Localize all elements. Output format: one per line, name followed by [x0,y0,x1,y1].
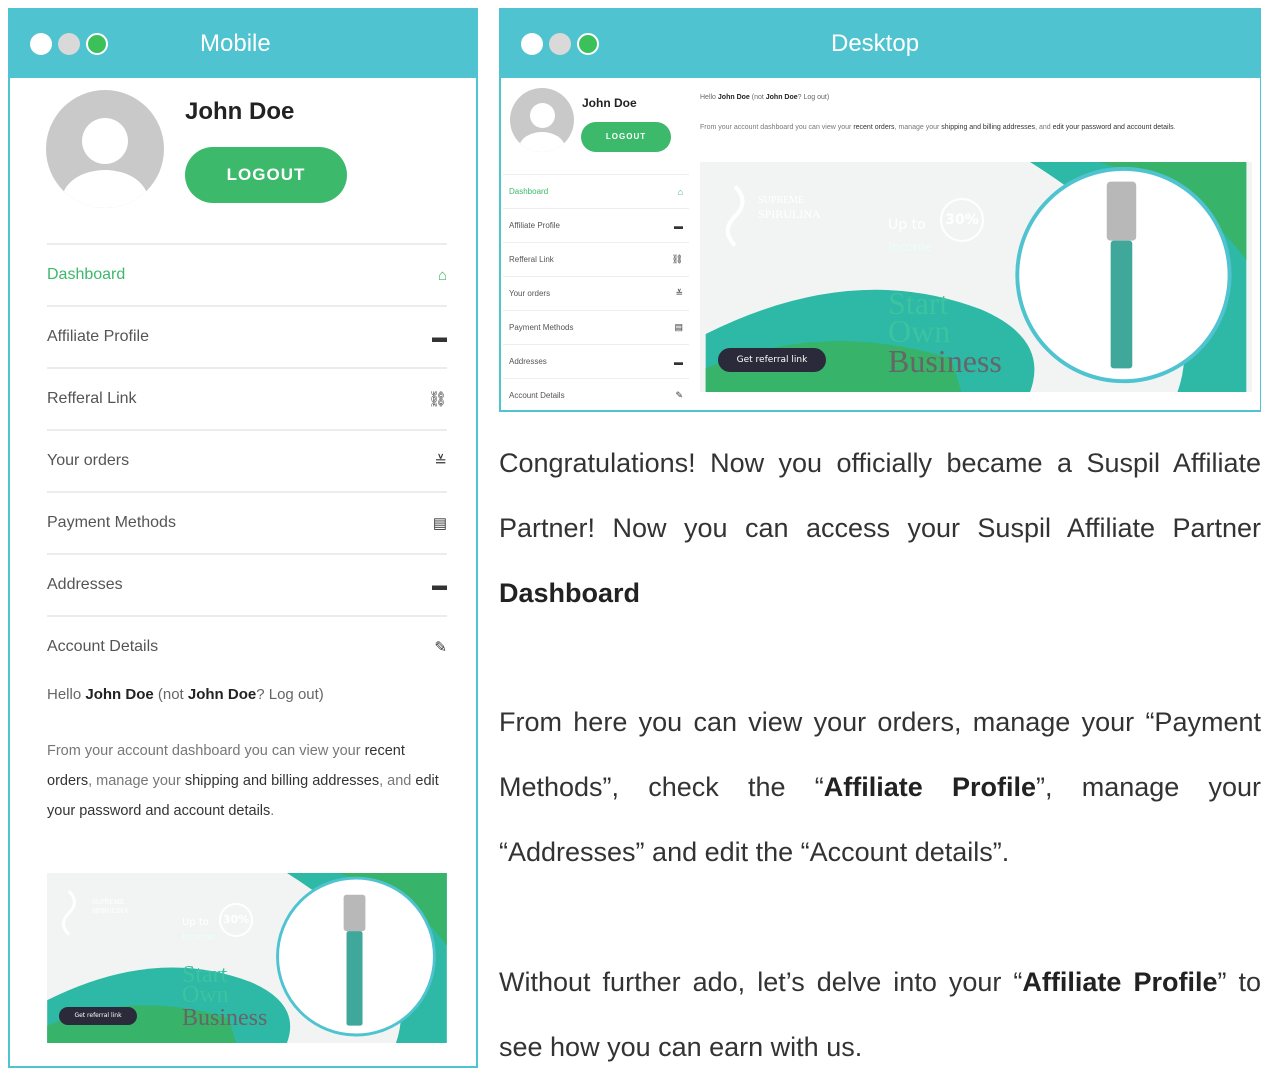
home-icon: ⌂ [437,266,447,284]
dashboard-emphasis: Dashboard [499,578,641,608]
dashboard-intro-text: From your account dashboard you can view… [47,743,439,819]
maximize-dot-icon[interactable] [577,33,599,55]
nav-item-label: Refferal Link [47,390,137,407]
brand-line-2: SPIRULINA [92,907,129,915]
hello-text: Hello John Doe (not John Doe? Log out) [700,94,830,101]
mobile-title: Mobile [200,30,271,57]
account-navigation: Dashboard ⌂ Affiliate Profile ▬ Refferal Lin… [47,243,447,677]
nav-item-label: Addresses [509,357,547,366]
nav-item-addresses[interactable]: Addresses ▬ [503,344,689,378]
link-icon: ⛓ [671,254,683,264]
nav-item-account-details[interactable]: Account Details ✎ [503,378,689,410]
get-referral-link-button[interactable]: Get referral link [718,348,826,372]
close-dot-icon[interactable] [521,33,543,55]
nav-item-affiliate-profile[interactable]: Affiliate Profile ▬ [47,305,447,367]
brand-line-2: SPIRULINA [758,207,821,221]
nav-item-label: Your orders [47,452,130,469]
hello-text: Hello John Doe (not John Doe? Log out) [47,686,324,703]
mobile-window: Mobile John Doe LOGOUT Dashboard ⌂ Affilia… [8,8,478,1068]
orders-icon: ≚ [675,288,683,298]
percent-badge: 30% [940,198,984,242]
nav-item-label: Dashboard [47,266,126,283]
maximize-dot-icon[interactable] [86,33,108,55]
affiliate-promo-banner[interactable]: SUPREME SPIRULINA Up to 30% Income Start… [700,162,1252,392]
nav-item-payment-methods[interactable]: Payment Methods ▤ [503,310,689,344]
minimize-dot-icon[interactable] [58,33,80,55]
get-referral-link-button[interactable]: Get referral link [59,1007,137,1025]
desktop-title: Desktop [831,30,920,57]
user-name: John Doe [185,98,295,125]
nav-item-label: Affiliate Profile [509,221,560,230]
nav-item-label: Account Details [509,391,565,400]
logout-button[interactable]: LOGOUT [185,147,347,203]
brand-line-1: SUPREME [92,898,125,906]
percent-badge: 30% [219,903,253,937]
up-to-text: Up to [888,217,926,233]
nav-item-label: Refferal Link [509,255,554,264]
business-text: Business [888,343,1002,379]
desktop-window: Desktop John Doe LOGOUT Dashboard ⌂ Affili… [499,8,1261,412]
nav-item-dashboard[interactable]: Dashboard ⌂ [503,174,689,208]
avatar [46,90,164,208]
credit-card-icon: ▤ [674,322,683,332]
closing-paragraph: Without further ado, let’s delve into yo… [499,967,1261,1062]
edit-icon: ✎ [434,639,447,656]
nav-item-account-details[interactable]: Account Details ✎ [47,615,447,677]
intro-paragraph: Congratulations! Now you officially beca… [499,448,1261,608]
id-card-icon: ▬ [432,328,447,346]
id-card-icon: ▬ [674,220,683,231]
address-card-icon: ▬ [674,356,683,367]
nav-item-your-orders[interactable]: Your orders ≚ [503,276,689,310]
link-icon: ⛓ [427,391,447,408]
logout-button[interactable]: LOGOUT [581,122,671,152]
mobile-titlebar: Mobile [10,10,476,78]
user-name: John Doe [582,96,637,110]
affiliate-promo-banner[interactable]: SUPREME SPIRULINA Up to 30% Income Start… [47,873,447,1043]
nav-item-label: Dashboard [509,187,549,196]
nav-item-label: Affiliate Profile [47,328,149,345]
nav-item-payment-methods[interactable]: Payment Methods ▤ [47,491,447,553]
features-paragraph: From here you can view your orders, mana… [499,707,1261,867]
minimize-dot-icon[interactable] [549,33,571,55]
avatar [510,88,574,152]
income-text: Income [888,240,933,254]
brand-line-1: SUPREME [758,195,805,206]
nav-item-label: Addresses [47,576,123,593]
nav-item-refferal-link[interactable]: Refferal Link ⛓ [503,242,689,276]
nav-item-label: Payment Methods [47,514,176,531]
nav-item-label: Your orders [509,289,551,298]
address-card-icon: ▬ [432,576,447,594]
window-controls [521,33,599,55]
nav-item-refferal-link[interactable]: Refferal Link ⛓ [47,367,447,429]
orders-icon: ≚ [434,453,447,470]
account-navigation: Dashboard ⌂ Affiliate Profile ▬ Refferal Lin… [503,174,689,410]
nav-item-addresses[interactable]: Addresses ▬ [47,553,447,615]
edit-icon: ✎ [675,390,683,400]
nav-item-label: Account Details [47,638,159,655]
business-text: Business [182,1005,268,1031]
own-text: Own [888,313,951,349]
window-controls [30,33,108,55]
nav-item-affiliate-profile[interactable]: Affiliate Profile ▬ [503,208,689,242]
dashboard-intro-text: From your account dashboard you can view… [700,124,1176,131]
desktop-titlebar: Desktop [501,10,1260,78]
own-text: Own [182,982,229,1008]
income-text: Income [182,933,216,943]
home-icon: ⌂ [677,186,683,197]
nav-item-your-orders[interactable]: Your orders ≚ [47,429,447,491]
nav-item-dashboard[interactable]: Dashboard ⌂ [47,243,447,305]
credit-card-icon: ▤ [432,515,447,532]
up-to-text: Up to [182,917,209,928]
nav-item-label: Payment Methods [509,323,574,332]
close-dot-icon[interactable] [30,33,52,55]
